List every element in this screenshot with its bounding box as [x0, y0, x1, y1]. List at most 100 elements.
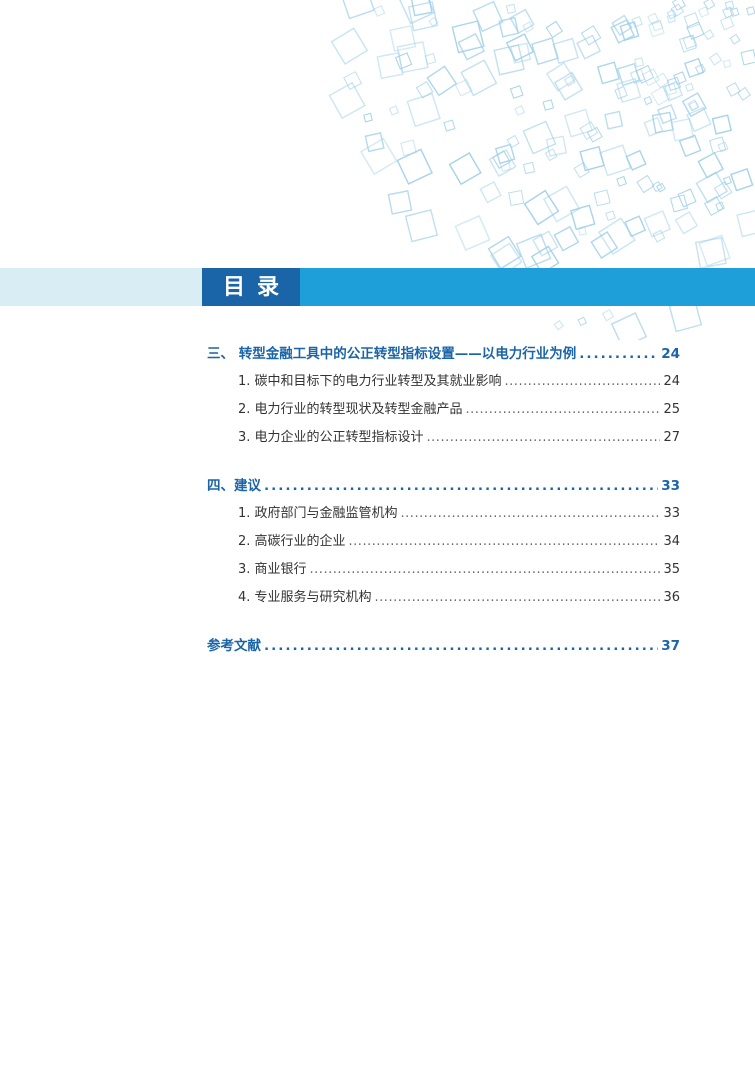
toc-leader-dots: [264, 472, 658, 500]
toc-chapter-4[interactable]: 四、建议 33: [207, 472, 680, 500]
toc-leader-dots: [375, 584, 661, 612]
toc-page-number: 24: [661, 346, 680, 362]
toc-chapter-references[interactable]: 参考文献 37: [207, 632, 680, 660]
decor-square: [508, 189, 525, 207]
decor-square: [328, 81, 366, 120]
page-title: 目录: [202, 268, 300, 306]
decor-square: [703, 29, 715, 41]
toc-item-label: 2. 高碳行业的企业: [238, 534, 346, 549]
toc-spacer: [207, 612, 680, 632]
decor-square: [448, 152, 482, 186]
decor-square: [514, 105, 526, 116]
toc-leader-dots: [579, 340, 658, 368]
decor-square: [522, 161, 536, 175]
toc-chapter-3[interactable]: 三、 转型金融工具中的公正转型指标设置——以电力行业为例 24: [207, 340, 680, 368]
decor-square: [579, 145, 605, 172]
decor-square: [570, 204, 596, 231]
decor-square: [398, 0, 436, 25]
toc-item[interactable]: 3. 电力企业的公正转型指标设计 27: [207, 424, 680, 452]
decor-square: [460, 59, 498, 97]
toc-chapter-label: 三、 转型金融工具中的公正转型指标设置——以电力行业为例: [207, 346, 577, 362]
decor-square: [577, 316, 588, 327]
toc-page-number: 35: [663, 562, 680, 577]
decor-square: [506, 134, 520, 149]
decor-square: [601, 309, 615, 322]
toc-item-label: 3. 电力企业的公正转型指标设计: [238, 430, 424, 445]
decor-square: [364, 132, 385, 153]
decor-square: [725, 82, 741, 97]
decor-square: [451, 20, 485, 54]
decor-square: [340, 0, 376, 20]
decor-square: [394, 52, 413, 70]
band-light-segment: [0, 268, 202, 306]
toc-page-number: 33: [661, 478, 680, 494]
decor-square: [610, 312, 648, 340]
decor-square: [580, 25, 602, 46]
decor-square: [730, 168, 754, 192]
decor-square: [545, 20, 564, 39]
decor-square: [683, 57, 705, 79]
decor-square: [724, 0, 735, 11]
decor-square: [678, 134, 702, 158]
decor-square: [522, 120, 557, 155]
table-of-contents: 三、 转型金融工具中的公正转型指标设置——以电力行业为例 24 1. 碳中和目标…: [207, 340, 680, 660]
toc-item[interactable]: 3. 商业银行 35: [207, 556, 680, 584]
toc-item[interactable]: 2. 电力行业的转型现状及转型金融产品 25: [207, 396, 680, 424]
decor-square: [363, 112, 373, 123]
decor-square: [509, 85, 524, 99]
toc-spacer: [207, 452, 680, 472]
toc-item-label: 1. 政府部门与金融监管机构: [238, 506, 398, 521]
decor-square: [406, 92, 441, 128]
decor-square: [509, 8, 535, 34]
toc-chapter-label: 四、建议: [207, 478, 261, 494]
decor-square: [599, 144, 632, 177]
toc-item[interactable]: 2. 高碳行业的企业 34: [207, 528, 680, 556]
decor-square: [396, 148, 433, 185]
decor-square: [493, 44, 525, 76]
decor-square: [426, 65, 458, 97]
toc-item-label: 3. 商业银行: [238, 562, 307, 577]
toc-page-number: 25: [663, 402, 680, 417]
toc-item-label: 1. 碳中和目标下的电力行业转型及其就业影响: [238, 374, 502, 389]
decor-square: [360, 137, 398, 176]
decor-square: [616, 77, 642, 104]
toc-leader-dots: [466, 396, 661, 424]
decor-square: [711, 114, 733, 135]
toc-item[interactable]: 4. 专业服务与研究机构 36: [207, 584, 680, 612]
title-band: 目录: [0, 268, 755, 306]
decor-square: [746, 6, 755, 16]
decor-square: [708, 52, 723, 66]
decor-square: [472, 0, 504, 33]
decor-square: [685, 82, 695, 92]
decor-square: [736, 209, 755, 238]
decor-square: [643, 95, 653, 106]
toc-leader-dots: [401, 500, 661, 528]
decor-square: [552, 37, 579, 65]
toc-page-number: 34: [663, 534, 680, 549]
decor-square: [694, 236, 727, 269]
toc-page-number: 27: [663, 430, 680, 445]
decor-square: [624, 215, 647, 238]
decor-square: [729, 33, 741, 45]
decor-square: [388, 105, 400, 116]
decor-square: [545, 61, 576, 92]
decor-square: [505, 3, 517, 15]
toc-page-number: 36: [663, 590, 680, 605]
decor-square: [605, 210, 616, 222]
decor-square: [677, 188, 697, 208]
decor-square: [722, 175, 733, 186]
decor-square: [634, 57, 645, 68]
decor-square: [722, 59, 732, 69]
decor-square: [636, 174, 655, 194]
toc-leader-dots: [349, 528, 661, 556]
decor-square: [387, 190, 413, 215]
toc-page-number: 37: [661, 638, 680, 654]
toc-item[interactable]: 1. 碳中和目标下的电力行业转型及其就业影响 24: [207, 368, 680, 396]
decor-square: [479, 180, 502, 204]
decor-square: [373, 5, 386, 17]
decor-square: [596, 61, 620, 85]
toc-item[interactable]: 1. 政府部门与金融监管机构 33: [207, 500, 680, 528]
decor-square: [531, 37, 560, 66]
decor-square: [593, 189, 611, 207]
toc-item-label: 2. 电力行业的转型现状及转型金融产品: [238, 402, 463, 417]
